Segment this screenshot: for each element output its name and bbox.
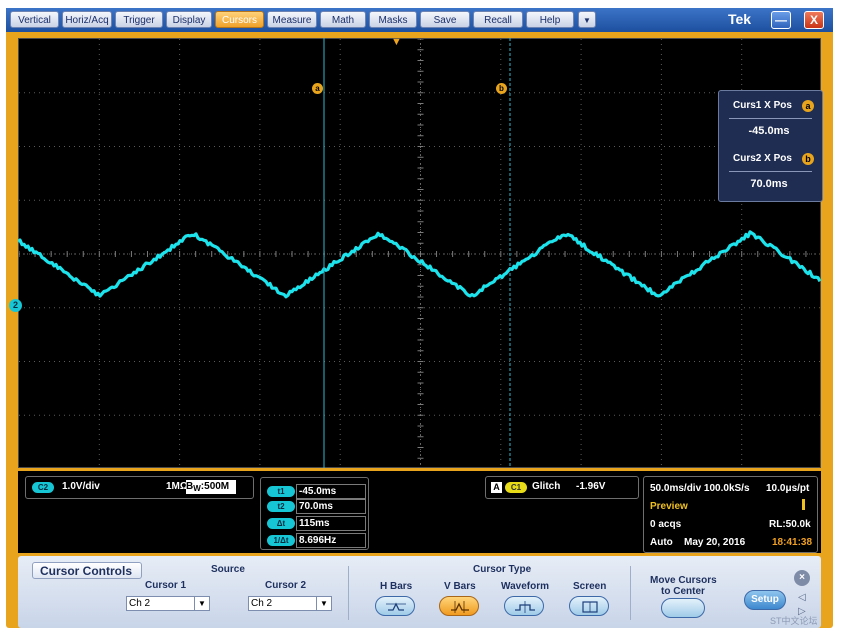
waveform-display[interactable]: a b ▼ 2 Curs1 X Pos a -45.0ms Curs2 X Po… bbox=[18, 38, 821, 468]
menu-math[interactable]: Math bbox=[320, 11, 366, 28]
trigger-point-icon bbox=[802, 499, 805, 510]
cursor-t2-tag: t2 bbox=[267, 501, 295, 512]
trigger-type: Glitch bbox=[532, 481, 560, 492]
curs2-badge: b bbox=[802, 153, 814, 165]
time: 18:41:38 bbox=[772, 537, 812, 548]
trigger-mode-badge: A bbox=[491, 482, 502, 493]
menu-trigger[interactable]: Trigger bbox=[115, 11, 163, 28]
record-length: RL:50.0k bbox=[769, 519, 811, 530]
readout-divider bbox=[729, 118, 812, 119]
menu-recall[interactable]: Recall bbox=[473, 11, 523, 28]
cursor-readout-box: Curs1 X Pos a -45.0ms Curs2 X Pos b 70.0… bbox=[718, 90, 823, 202]
menu-measure[interactable]: Measure bbox=[267, 11, 317, 28]
menu-horiz-acq[interactable]: Horiz/Acq bbox=[62, 11, 112, 28]
cursor-b-badge[interactable]: b bbox=[496, 83, 507, 94]
volts-per-div: 1.0V/div bbox=[62, 481, 100, 492]
setup-button[interactable]: Setup bbox=[744, 590, 786, 610]
close-button[interactable]: X bbox=[804, 11, 824, 29]
curs1-badge: a bbox=[802, 100, 814, 112]
v-bars-button[interactable] bbox=[439, 596, 479, 616]
cursor-t1-tag: t1 bbox=[267, 486, 295, 497]
screen-cursor-button[interactable] bbox=[569, 596, 609, 616]
source-label: Source bbox=[211, 564, 245, 575]
panel-divider bbox=[348, 566, 349, 620]
cursor2-source-select[interactable]: Ch 2 ▼ bbox=[248, 596, 332, 611]
date: May 20, 2016 bbox=[684, 537, 745, 548]
cursor-a-badge[interactable]: a bbox=[312, 83, 323, 94]
cursor2-label: Cursor 2 bbox=[265, 580, 306, 591]
cursor-inverse-delta-value: 8.696Hz bbox=[296, 533, 366, 548]
waveform-label: Waveform bbox=[501, 581, 549, 592]
screen-cursor-icon bbox=[570, 597, 610, 617]
status-strip: C2 1.0V/div 1MΩ BW:500M t1 -45.0ms t2 70… bbox=[18, 471, 821, 553]
menu-vertical[interactable]: Vertical bbox=[10, 11, 59, 28]
chevron-down-icon[interactable]: ▼ bbox=[316, 597, 331, 610]
tek-logo: Tek bbox=[728, 11, 751, 27]
panel-divider bbox=[630, 566, 631, 620]
cursor2-source-value: Ch 2 bbox=[251, 598, 272, 609]
acquisition-mode: Auto bbox=[650, 537, 673, 548]
h-bars-icon bbox=[376, 597, 416, 617]
cursor-inverse-delta-tag: 1/Δt bbox=[267, 535, 295, 546]
cursor-t2-value: 70.0ms bbox=[296, 499, 366, 514]
cursor1-source-select[interactable]: Ch 2 ▼ bbox=[126, 596, 210, 611]
menu-more-dropdown[interactable]: ▼ bbox=[578, 11, 596, 28]
menu-help[interactable]: Help bbox=[526, 11, 574, 28]
trigger-source-badge: C1 bbox=[505, 482, 527, 493]
curs1-value: -45.0ms bbox=[719, 125, 819, 137]
panel-close-button[interactable]: × bbox=[794, 570, 810, 586]
screen-label: Screen bbox=[573, 581, 606, 592]
menu-bar: Vertical Horiz/Acq Trigger Display Curso… bbox=[6, 8, 833, 32]
h-bars-button[interactable] bbox=[375, 596, 415, 616]
trigger-position-marker: ▼ bbox=[391, 36, 402, 48]
h-bars-label: H Bars bbox=[380, 581, 412, 592]
minimize-button[interactable]: — bbox=[771, 11, 791, 29]
bandwidth-sub: W bbox=[193, 484, 201, 493]
bandwidth-value: :500M bbox=[201, 481, 229, 492]
menu-display[interactable]: Display bbox=[166, 11, 212, 28]
trigger-level: -1.96V bbox=[576, 481, 605, 492]
watermark-text: ST中文论坛 bbox=[770, 614, 818, 627]
curs1-label: Curs1 X Pos bbox=[733, 100, 792, 111]
cursor1-source-value: Ch 2 bbox=[129, 598, 150, 609]
panel-collapse-icon[interactable]: ◁ bbox=[798, 592, 806, 603]
chevron-down-icon[interactable]: ▼ bbox=[194, 597, 209, 610]
cursor-delta-value: 115ms bbox=[296, 516, 366, 531]
menu-cursors[interactable]: Cursors bbox=[215, 11, 264, 28]
timebase: 50.0ms/div 100.0kS/s bbox=[650, 483, 750, 494]
input-impedance: 1MΩ bbox=[166, 481, 188, 492]
channel2-settings-box[interactable]: C2 1.0V/div 1MΩ BW:500M bbox=[25, 476, 254, 499]
cursor1-label: Cursor 1 bbox=[145, 580, 186, 591]
panel-title: Cursor Controls bbox=[40, 564, 132, 578]
channel2-waveform bbox=[18, 232, 820, 297]
acquisition-count: 0 acqs bbox=[650, 519, 681, 530]
cursor-delta-tag: Δt bbox=[267, 518, 295, 529]
curs2-value: 70.0ms bbox=[719, 178, 819, 190]
cursor-type-label: Cursor Type bbox=[473, 564, 531, 575]
v-bars-label: V Bars bbox=[444, 581, 476, 592]
menu-save[interactable]: Save bbox=[420, 11, 470, 28]
channel2-ground-marker[interactable]: 2 bbox=[9, 299, 22, 312]
waveform-cursor-icon bbox=[505, 597, 545, 617]
channel2-badge: C2 bbox=[32, 482, 54, 493]
bandwidth-limit: BW:500M bbox=[186, 480, 236, 494]
curs2-label: Curs2 X Pos bbox=[733, 153, 792, 164]
cursor-controls-panel: Cursor Controls Source Cursor 1 Ch 2 ▼ C… bbox=[18, 556, 821, 628]
move-cursors-label-2: to Center bbox=[661, 586, 705, 597]
acquisition-box[interactable]: 50.0ms/div 100.0kS/s 10.0μs/pt Preview 0… bbox=[643, 476, 818, 553]
preview-indicator: Preview bbox=[650, 501, 688, 512]
readout-divider bbox=[729, 171, 812, 172]
move-cursors-label-1: Move Cursors bbox=[650, 575, 717, 586]
waveform-layer bbox=[18, 38, 821, 468]
time-per-point: 10.0μs/pt bbox=[766, 483, 809, 494]
menu-masks[interactable]: Masks bbox=[369, 11, 417, 28]
v-bars-icon bbox=[440, 597, 480, 617]
trigger-settings-box[interactable]: A C1 Glitch -1.96V bbox=[485, 476, 639, 499]
panel-title-tab: Cursor Controls bbox=[32, 562, 142, 579]
oscilloscope-window: Vertical Horiz/Acq Trigger Display Curso… bbox=[6, 8, 833, 628]
cursor-t1-value: -45.0ms bbox=[296, 484, 366, 499]
move-cursors-to-center-button[interactable] bbox=[661, 598, 705, 618]
waveform-cursor-button[interactable] bbox=[504, 596, 544, 616]
